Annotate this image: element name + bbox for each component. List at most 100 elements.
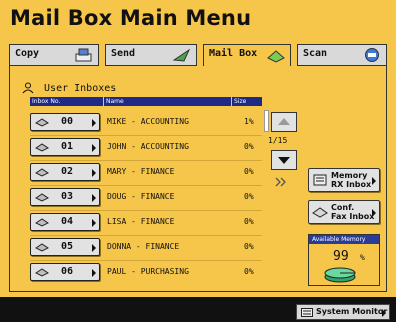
- tab-label: Mail Box: [209, 48, 258, 59]
- inbox-name: MIKE - ACCOUNTING: [107, 117, 189, 126]
- send-icon: [172, 48, 191, 62]
- system-monitor-button[interactable]: System Monitor: [296, 304, 390, 320]
- scroll-position-indicator: [264, 110, 269, 132]
- column-size: Size: [232, 97, 262, 106]
- available-memory-box: Available Memory 99 %: [308, 234, 380, 286]
- fax-tray-icon: [312, 207, 328, 218]
- mailbox-screen: Mail Box Main Menu Copy Send Mail Box Sc…: [0, 0, 396, 322]
- inbox-size: 0%: [244, 217, 254, 226]
- mailbox-tray-icon: [35, 143, 49, 152]
- row-divider: [30, 160, 262, 161]
- arrow-right-icon: [92, 219, 96, 227]
- inbox-row: 02 MARY - FINANCE 0%: [30, 163, 262, 181]
- memory-rx-inbox-button[interactable]: Memory RX Inbox: [308, 168, 380, 192]
- inbox-button-03[interactable]: 03: [30, 188, 100, 206]
- inbox-row: 03 DOUG - FINANCE 0%: [30, 188, 262, 206]
- page-indicator: 1/15: [268, 136, 288, 145]
- tab-label: Send: [111, 48, 136, 59]
- inbox-size: 1%: [244, 117, 254, 126]
- mailbox-tray-icon: [35, 243, 49, 252]
- column-inbox-no: Inbox No.: [30, 97, 103, 106]
- inbox-button-02[interactable]: 02: [30, 163, 100, 181]
- conf-fax-inbox-button[interactable]: Conf. Fax Inbox: [308, 200, 380, 224]
- column-name: Name: [104, 97, 231, 106]
- inbox-row: 01 JOHN - ACCOUNTING 0%: [30, 138, 262, 156]
- page-title: Mail Box Main Menu: [10, 6, 252, 30]
- inbox-size: 0%: [244, 192, 254, 201]
- inbox-name: DOUG - FINANCE: [107, 192, 175, 201]
- inbox-number: 03: [61, 191, 74, 202]
- inbox-number: 00: [61, 116, 74, 127]
- user-icon: [22, 82, 34, 94]
- arrow-right-icon: [92, 169, 96, 177]
- inbox-button-06[interactable]: 06: [30, 263, 100, 281]
- inbox-row: 04 LISA - FINANCE 0%: [30, 213, 262, 231]
- arrow-right-icon: [382, 309, 386, 317]
- button-label: Memory RX Inbox: [331, 171, 372, 189]
- inbox-number: 05: [61, 241, 74, 252]
- mailbox-tray-icon: [35, 268, 49, 277]
- inbox-name: PAUL - PURCHASING: [107, 267, 189, 276]
- row-divider: [30, 210, 262, 211]
- tab-copy[interactable]: Copy: [9, 44, 99, 66]
- inbox-button-05[interactable]: 05: [30, 238, 100, 256]
- triangle-down-icon: [278, 157, 290, 164]
- inbox-name: JOHN - ACCOUNTING: [107, 142, 189, 151]
- inbox-tray-icon: [313, 174, 327, 186]
- row-divider: [30, 235, 262, 236]
- inbox-row: 00 MIKE - ACCOUNTING 1%: [30, 113, 262, 131]
- mailbox-icon: [267, 50, 285, 63]
- tab-label: Scan: [303, 48, 328, 59]
- inbox-number: 06: [61, 266, 74, 277]
- inbox-header: User Inboxes: [22, 82, 116, 94]
- inbox-size: 0%: [244, 142, 254, 151]
- arrow-right-icon: [372, 177, 376, 185]
- copy-icon: [75, 48, 92, 62]
- tab-bar: Copy Send Mail Box Scan: [9, 44, 387, 68]
- inbox-size: 0%: [244, 242, 254, 251]
- inbox-header-label: User Inboxes: [44, 83, 117, 94]
- scan-icon: [365, 48, 379, 62]
- scroll-up-button[interactable]: [271, 112, 297, 132]
- inbox-number: 04: [61, 216, 74, 227]
- inbox-number: 01: [61, 141, 74, 152]
- mailbox-tray-icon: [35, 168, 49, 177]
- inbox-size: 0%: [244, 267, 254, 276]
- arrow-right-icon: [92, 194, 96, 202]
- memory-disk-icon: [324, 267, 356, 283]
- jump-icon[interactable]: [275, 176, 289, 188]
- memory-unit: %: [360, 253, 365, 262]
- button-label: System Monitor: [316, 307, 388, 316]
- inbox-name: DONNA - FINANCE: [107, 242, 180, 251]
- tab-label: Copy: [15, 48, 40, 59]
- mailbox-tray-icon: [35, 218, 49, 227]
- monitor-icon: [301, 308, 313, 317]
- triangle-up-icon: [278, 118, 290, 125]
- mailbox-tray-icon: [35, 118, 49, 127]
- inbox-row: 05 DONNA - FINANCE 0%: [30, 238, 262, 256]
- mailbox-tray-icon: [35, 193, 49, 202]
- inbox-row: 06 PAUL - PURCHASING 0%: [30, 263, 262, 281]
- memory-label: Available Memory: [309, 235, 379, 244]
- arrow-right-icon: [92, 119, 96, 127]
- inbox-name: LISA - FINANCE: [107, 217, 175, 226]
- inbox-button-01[interactable]: 01: [30, 138, 100, 156]
- arrow-right-icon: [372, 209, 376, 217]
- arrow-right-icon: [92, 269, 96, 277]
- tab-scan[interactable]: Scan: [297, 44, 387, 66]
- tab-mailbox[interactable]: Mail Box: [203, 44, 291, 68]
- row-divider: [30, 260, 262, 261]
- memory-value: 99: [333, 249, 349, 264]
- inbox-button-04[interactable]: 04: [30, 213, 100, 231]
- scroll-down-button[interactable]: [271, 150, 297, 170]
- row-divider: [30, 185, 262, 186]
- inbox-number: 02: [61, 166, 74, 177]
- arrow-right-icon: [92, 244, 96, 252]
- row-divider: [30, 135, 262, 136]
- inbox-size: 0%: [244, 167, 254, 176]
- inbox-button-00[interactable]: 00: [30, 113, 100, 131]
- button-label: Conf. Fax Inbox: [331, 203, 375, 221]
- inbox-name: MARY - FINANCE: [107, 167, 175, 176]
- tab-send[interactable]: Send: [105, 44, 197, 66]
- arrow-right-icon: [92, 144, 96, 152]
